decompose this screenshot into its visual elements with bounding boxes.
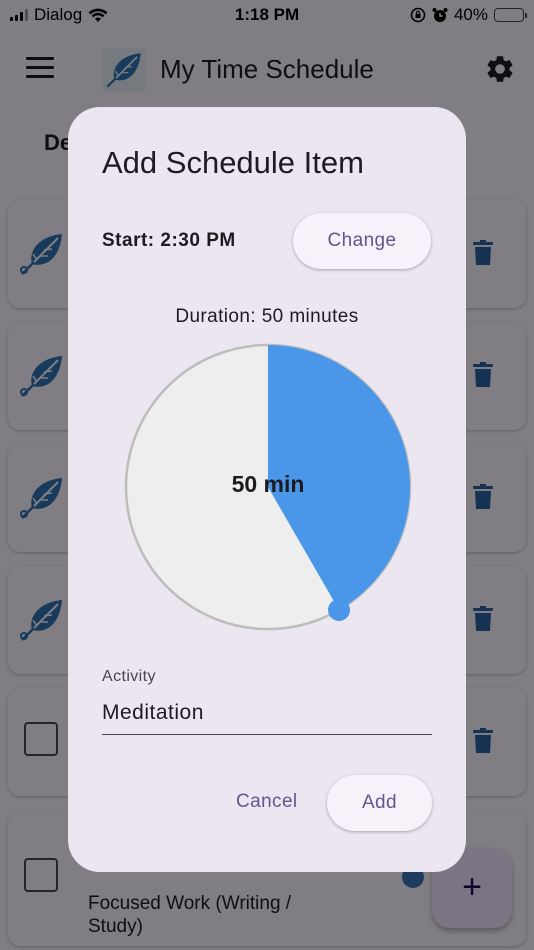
- duration-label: Duration: 50 minutes: [175, 306, 359, 327]
- dial-handle[interactable]: [328, 598, 350, 621]
- dialog-title: Add Schedule Item: [102, 145, 364, 180]
- dial-value-label: 50 min: [231, 471, 305, 497]
- change-button[interactable]: Change: [293, 213, 431, 269]
- activity-label: Activity: [102, 668, 156, 685]
- add-button[interactable]: Add: [327, 775, 432, 831]
- start-time-label: Start: 2:30 PM: [102, 230, 236, 251]
- cancel-button[interactable]: Cancel: [236, 791, 298, 813]
- add-schedule-dialog: Add Schedule Item Start: 2:30 PM Change …: [68, 107, 466, 872]
- activity-input[interactable]: [102, 691, 432, 735]
